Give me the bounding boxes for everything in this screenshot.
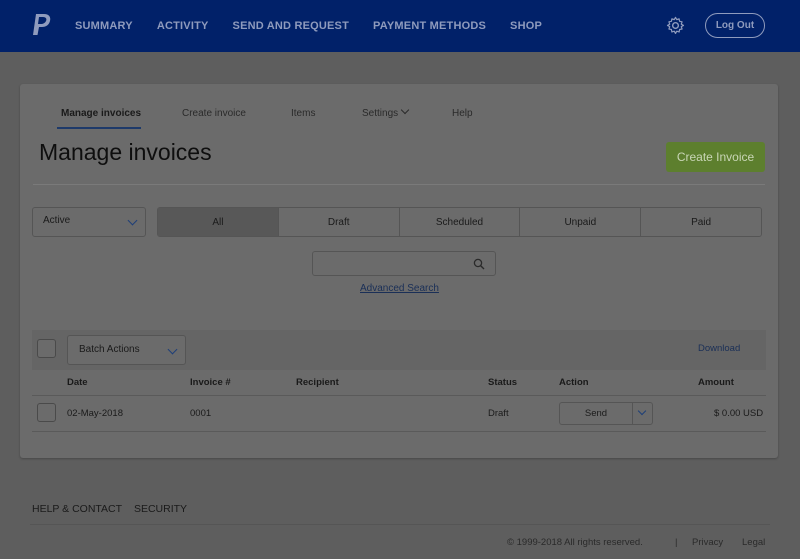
status-filter-value: Active — [43, 215, 71, 226]
column-header-action: Action — [559, 377, 589, 388]
footer-help-contact-link[interactable]: HELP & CONTACT — [32, 503, 122, 515]
top-nav-bar: SUMMARY ACTIVITY SEND AND REQUEST PAYMEN… — [0, 0, 800, 52]
footer-privacy-link[interactable]: Privacy — [692, 537, 723, 548]
tab-items[interactable]: Items — [291, 108, 315, 119]
nav-send-and-request[interactable]: SEND AND REQUEST — [233, 20, 349, 32]
column-header-recipient[interactable]: Recipient — [296, 377, 339, 388]
active-tab-indicator — [57, 127, 141, 129]
nav-activity[interactable]: ACTIVITY — [157, 20, 209, 32]
batch-actions-select[interactable]: Batch Actions — [67, 335, 186, 365]
advanced-search-link[interactable]: Advanced Search — [360, 283, 439, 294]
select-all-checkbox[interactable] — [37, 339, 56, 358]
column-header-invoice[interactable]: Invoice # — [190, 377, 231, 388]
search-input[interactable] — [312, 251, 496, 276]
table-header-divider — [32, 395, 766, 396]
row-checkbox[interactable] — [37, 403, 56, 422]
column-header-date[interactable]: Date — [67, 377, 88, 388]
footer-links: HELP & CONTACT SECURITY — [32, 503, 196, 515]
chevron-down-icon — [637, 406, 647, 416]
tab-settings[interactable]: Settings — [362, 105, 410, 119]
paypal-logo-icon[interactable] — [32, 13, 52, 37]
row-date: 02-May-2018 — [67, 408, 123, 419]
search-icon — [473, 258, 485, 270]
row-status: Draft — [488, 408, 509, 419]
status-segmented-control: All Draft Scheduled Unpaid Paid — [157, 207, 762, 237]
column-header-amount[interactable]: Amount — [698, 377, 734, 388]
segment-draft[interactable]: Draft — [278, 208, 400, 236]
logout-button[interactable]: Log Out — [705, 13, 765, 38]
chevron-down-icon — [400, 105, 410, 115]
segment-unpaid[interactable]: Unpaid — [520, 208, 642, 236]
main-nav: SUMMARY ACTIVITY SEND AND REQUEST PAYMEN… — [75, 0, 566, 52]
footer-legal-link[interactable]: Legal — [742, 537, 765, 548]
batch-actions-label: Batch Actions — [79, 344, 140, 355]
segment-all[interactable]: All — [158, 208, 279, 236]
row-amount: $ 0.00 USD — [714, 408, 764, 419]
tab-help[interactable]: Help — [452, 108, 473, 119]
segment-paid[interactable]: Paid — [641, 208, 761, 236]
table-row-divider — [32, 431, 766, 432]
row-send-split-button: Send — [559, 402, 653, 425]
status-filter-select[interactable]: Active — [32, 207, 146, 237]
column-header-status[interactable]: Status — [488, 377, 517, 388]
send-button[interactable]: Send — [560, 403, 633, 424]
page-title: Manage invoices — [39, 139, 212, 165]
download-link[interactable]: Download — [698, 343, 740, 354]
copyright-text: © 1999-2018 All rights reserved. — [507, 537, 643, 548]
nav-payment-methods[interactable]: PAYMENT METHODS — [373, 20, 486, 32]
send-options-dropdown[interactable] — [633, 403, 652, 424]
tab-settings-label: Settings — [362, 108, 399, 119]
header-divider — [33, 184, 765, 185]
footer-security-link[interactable]: SECURITY — [134, 503, 187, 515]
tab-create-invoice[interactable]: Create invoice — [182, 108, 246, 119]
footer-separator: | — [675, 537, 678, 548]
gear-icon[interactable] — [666, 16, 685, 35]
nav-shop[interactable]: SHOP — [510, 20, 542, 32]
row-invoice-number[interactable]: 0001 — [190, 408, 211, 419]
tab-manage-invoices[interactable]: Manage invoices — [61, 108, 141, 119]
nav-summary[interactable]: SUMMARY — [75, 20, 133, 32]
footer-divider — [30, 524, 770, 525]
segment-scheduled[interactable]: Scheduled — [399, 208, 521, 236]
chevron-down-icon — [167, 344, 178, 355]
create-invoice-button[interactable]: Create Invoice — [666, 142, 765, 172]
chevron-down-icon — [127, 215, 138, 226]
